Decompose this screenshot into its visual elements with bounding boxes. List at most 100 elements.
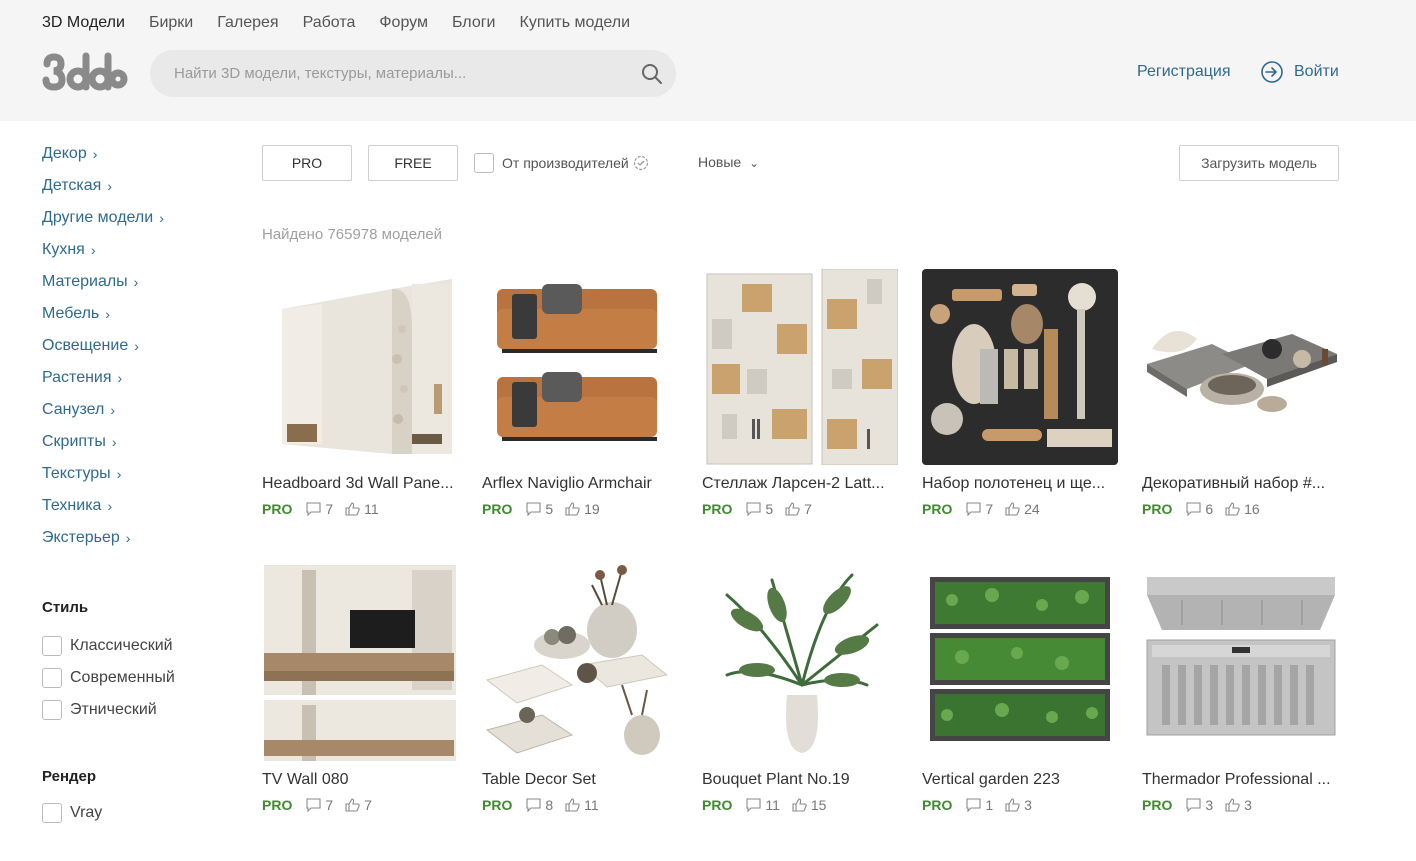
model-thumbnail[interactable] (262, 565, 458, 761)
login-icon (1261, 61, 1283, 83)
model-title[interactable]: Набор полотенец и ще... (922, 474, 1118, 494)
maker-filter-checkbox[interactable]: От производителей (474, 153, 649, 173)
results-count: Найдено 765978 моделей (262, 226, 443, 243)
category-label: Декор (42, 145, 87, 162)
category-plants[interactable]: Растения › (42, 368, 242, 400)
category-bathroom[interactable]: Санузел › (42, 400, 242, 432)
category-decor[interactable]: Декор › (42, 144, 242, 176)
search-icon[interactable] (640, 62, 664, 86)
category-label: Санузел (42, 401, 105, 418)
checkbox-box[interactable] (42, 636, 62, 656)
model-meta: PRO 3 3 (1142, 796, 1338, 814)
free-filter-button[interactable]: FREE (368, 145, 458, 181)
model-card[interactable]: Vertical garden 223 PRO 1 3 (922, 565, 1118, 861)
model-card[interactable]: Набор полотенец и ще... PRO 7 24 (922, 269, 1118, 565)
comment-count: 1 (985, 797, 994, 813)
category-materials[interactable]: Материалы › (42, 272, 242, 304)
like-count: 19 (584, 501, 600, 517)
style-modern-checkbox[interactable]: Современный (42, 662, 242, 694)
nav-3d-models[interactable]: 3D Модели (42, 13, 125, 33)
model-thumbnail[interactable] (702, 565, 898, 761)
model-title[interactable]: Vertical garden 223 (922, 770, 1118, 790)
model-card[interactable]: Стеллаж Ларсен-2 Latt... PRO 5 7 (702, 269, 898, 565)
upload-model-button[interactable]: Загрузить модель (1179, 145, 1339, 181)
pro-badge: PRO (702, 501, 733, 517)
category-label: Экстерьер (42, 529, 120, 546)
category-kitchen[interactable]: Кухня › (42, 240, 242, 272)
model-title[interactable]: Стеллаж Ларсен-2 Latt... (702, 474, 898, 494)
like-count: 3 (1244, 797, 1252, 813)
model-card[interactable]: Arflex Naviglio Armchair PRO 5 19 (482, 269, 678, 565)
comment-icon (1186, 798, 1201, 812)
model-title[interactable]: Thermador Professional ... (1142, 770, 1338, 790)
chevron-right-icon: › (111, 434, 117, 450)
checkbox-label: Классический (70, 637, 173, 654)
category-other[interactable]: Другие модели › (42, 208, 242, 240)
register-link[interactable]: Регистрация (1137, 63, 1231, 81)
model-grid: Headboard 3d Wall Pane... PRO 7 11 Arfle… (262, 269, 1342, 861)
model-thumbnail[interactable] (482, 269, 678, 465)
category-lighting[interactable]: Освещение › (42, 336, 242, 368)
model-card[interactable]: TV Wall 080 PRO 7 7 (262, 565, 458, 861)
category-technics[interactable]: Техника › (42, 496, 242, 528)
model-title[interactable]: Headboard 3d Wall Pane... (262, 474, 458, 494)
login-label: Войти (1294, 63, 1339, 80)
checkbox-box[interactable] (42, 803, 62, 823)
chevron-right-icon: › (117, 370, 123, 386)
model-thumbnail[interactable] (262, 269, 458, 465)
model-thumbnail[interactable] (922, 565, 1118, 761)
model-thumbnail[interactable] (702, 269, 898, 465)
vertical-garden-image (922, 565, 1118, 761)
chevron-down-icon: ⌄ (749, 156, 760, 170)
site-logo[interactable] (42, 52, 128, 92)
like-icon (565, 502, 580, 516)
login-button[interactable]: Войти (1260, 60, 1339, 84)
nav-forum[interactable]: Форум (379, 13, 428, 33)
nav-work[interactable]: Работа (303, 13, 356, 33)
model-thumbnail[interactable] (922, 269, 1118, 465)
model-title[interactable]: Arflex Naviglio Armchair (482, 474, 678, 494)
nav-gallery[interactable]: Галерея (217, 13, 278, 33)
like-count: 24 (1024, 501, 1040, 517)
model-title[interactable]: Декоративный набор #... (1142, 474, 1338, 494)
category-furniture[interactable]: Мебель › (42, 304, 242, 336)
category-kids[interactable]: Детская › (42, 176, 242, 208)
checkbox-box[interactable] (42, 700, 62, 720)
render-vray-checkbox[interactable]: Vray (42, 797, 242, 829)
checkbox-box[interactable] (42, 668, 62, 688)
comment-icon (966, 502, 981, 516)
comment-icon (526, 502, 541, 516)
model-card[interactable]: Table Decor Set PRO 8 11 (482, 565, 678, 861)
style-classic-checkbox[interactable]: Классический (42, 630, 242, 662)
model-title[interactable]: TV Wall 080 (262, 770, 458, 790)
nav-tags[interactable]: Бирки (149, 13, 193, 33)
model-card[interactable]: Thermador Professional ... PRO 3 3 (1142, 565, 1338, 861)
model-card[interactable]: Headboard 3d Wall Pane... PRO 7 11 (262, 269, 458, 565)
category-label: Детская (42, 177, 102, 194)
maker-filter-label: От производителей (502, 155, 629, 171)
style-ethnic-checkbox[interactable]: Этнический (42, 694, 242, 726)
model-thumbnail[interactable] (482, 565, 678, 761)
chevron-right-icon: › (133, 274, 139, 290)
model-thumbnail[interactable] (1142, 565, 1338, 761)
verified-badge-icon (633, 155, 648, 171)
pro-badge: PRO (922, 797, 953, 813)
model-title[interactable]: Table Decor Set (482, 770, 678, 790)
checkbox-box[interactable] (474, 153, 494, 173)
nav-blogs[interactable]: Блоги (452, 13, 496, 33)
comment-count: 8 (545, 797, 554, 813)
category-scripts[interactable]: Скрипты › (42, 432, 242, 464)
category-label: Материалы (42, 273, 128, 290)
sort-dropdown[interactable]: Новые ⌄ (698, 154, 759, 170)
model-thumbnail[interactable] (1142, 269, 1338, 465)
nav-buy-models[interactable]: Купить модели (520, 13, 631, 33)
pro-filter-button[interactable]: PRO (262, 145, 352, 181)
comment-count: 7 (325, 501, 334, 517)
render-filter-title: Рендер (42, 768, 97, 785)
search-input[interactable] (174, 50, 634, 97)
category-exterior[interactable]: Экстерьер › (42, 528, 242, 560)
category-textures[interactable]: Текстуры › (42, 464, 242, 496)
model-card[interactable]: Bouquet Plant No.19 PRO 11 15 (702, 565, 898, 861)
model-card[interactable]: Декоративный набор #... PRO 6 16 (1142, 269, 1338, 565)
model-title[interactable]: Bouquet Plant No.19 (702, 770, 898, 790)
